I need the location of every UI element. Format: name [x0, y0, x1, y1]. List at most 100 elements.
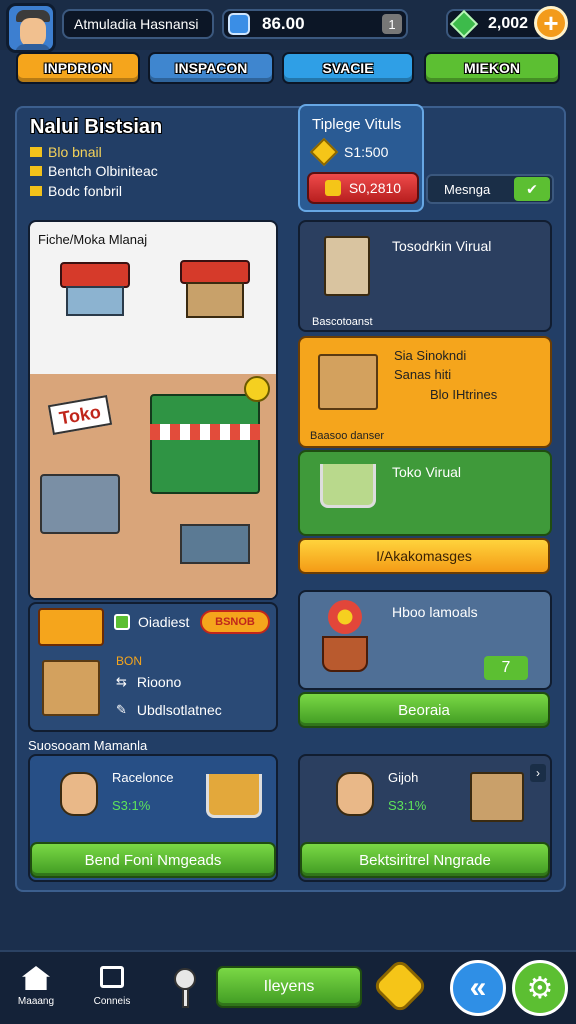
gear-icon: ⚙ — [526, 971, 554, 1005]
shop-view-title: Fiche/Moka Mlanaj — [38, 232, 148, 247]
nav-home-label: Maaang — [17, 996, 55, 1007]
upgrade-button-label: Beoraia — [398, 701, 450, 719]
right-card-2-line-1: Sia Sinokndi — [394, 348, 467, 363]
calendar-icon — [100, 966, 124, 988]
right-card-4-title: Hboo lamoals — [392, 604, 478, 620]
right-card-3[interactable]: Toko Virual — [298, 450, 552, 536]
cash-value: 86.00 — [262, 14, 305, 33]
staff-1-stat: S3:1% — [388, 798, 427, 813]
business-item-1-label: Bentch Olbiniteac — [48, 163, 158, 179]
staff-card-0[interactable]: Racelonce S3:1% Bend Foni Nmgeads — [28, 754, 278, 882]
tag-icon — [30, 186, 42, 196]
business-item-1: Bentch Olbiniteac — [30, 163, 158, 179]
flower-pot-icon — [322, 636, 368, 672]
staff-1-name: Gijoh — [388, 770, 419, 785]
tab-2[interactable]: SVACIE — [282, 52, 414, 84]
staff-0-upgrade-button[interactable]: Bend Foni Nmgeads — [30, 842, 276, 878]
shelf-icon — [470, 772, 524, 822]
buy-button-label: S0,2810 — [348, 180, 402, 196]
stall-illustration — [60, 262, 130, 322]
business-item-2: Bodc fonbril — [30, 183, 122, 199]
staff-avatar — [60, 772, 98, 816]
inventory-card[interactable]: Oiadiest BSNOB BON ⇆ Rioono ✎ Ubdlsotlat… — [28, 602, 278, 732]
check-icon: ✔ — [514, 177, 550, 201]
stall-illustration — [180, 260, 250, 324]
player-avatar[interactable] — [6, 3, 56, 53]
package-icon — [318, 354, 378, 410]
tab-1[interactable]: INSPACON — [148, 52, 274, 84]
inventory-row-2-label: Ubdlsotlatnec — [136, 702, 222, 718]
inventory-row-1: ⇆ Rioono — [116, 674, 181, 690]
plus-icon: + — [543, 7, 559, 38]
right-card-4-badge: 7 — [484, 656, 528, 680]
back-arrow-icon: « — [469, 971, 487, 1004]
coin-icon — [324, 180, 341, 196]
upgrade-button[interactable]: Beoraia — [298, 692, 550, 728]
buy-button[interactable]: S0,2810 — [307, 172, 419, 204]
chevron-right-icon[interactable]: › — [530, 764, 546, 782]
right-card-2-line-2: Sanas hiti — [394, 367, 452, 382]
orange-action-label: I/Akakomasges — [376, 548, 472, 564]
gem-icon — [449, 9, 479, 39]
cash-display: 86.00 1 — [222, 9, 408, 39]
right-card-1-title: Tosodrkin Virual — [392, 238, 492, 254]
back-button[interactable]: « — [450, 960, 506, 1016]
key-icon[interactable] — [174, 968, 200, 1010]
tag-icon — [30, 166, 42, 176]
right-card-3-title: Toko Virual — [392, 464, 462, 480]
center-action-button[interactable]: Ileyens — [216, 966, 362, 1008]
gem-value: 2,002 — [488, 15, 529, 32]
shop-scene: Toko — [30, 374, 276, 598]
business-item-2-label: Bodc fonbril — [48, 183, 122, 199]
orange-action-button[interactable]: I/Akakomasges — [298, 538, 550, 574]
staff-1-upgrade-label: Bektsiritrel Nngrade — [359, 851, 491, 869]
swap-icon: ⇆ — [116, 674, 127, 689]
inventory-tag: BSNOB — [200, 610, 270, 634]
nav-home[interactable]: Maaang — [10, 966, 62, 1016]
add-gems-button[interactable]: + — [534, 6, 568, 40]
pencil-icon: ✎ — [116, 702, 127, 717]
right-card-4-badge-value: 7 — [501, 659, 511, 676]
business-item-0-label: Blo bnail — [48, 144, 102, 160]
staff-0-upgrade-label: Bend Foni Nmgeads — [84, 851, 222, 869]
inventory-title-row: Oiadiest — [114, 614, 189, 630]
right-card-2[interactable]: Sia Sinokndi Sanas hiti Blo IHtrines Baa… — [298, 336, 552, 448]
staff-1-upgrade-button[interactable]: Bektsiritrel Nngrade — [300, 842, 550, 878]
staff-card-1[interactable]: › Gijoh S3:1% Bektsiritrel Nngrade — [298, 754, 552, 882]
upgrade-price: S1:500 — [309, 137, 389, 167]
nav-connect[interactable]: Conneis — [86, 966, 138, 1016]
staff-0-stat: S3:1% — [112, 798, 151, 813]
home-icon — [22, 966, 50, 990]
tab-0-label: INPDRION — [43, 60, 113, 76]
inventory-tag-label: BSNOB — [215, 616, 255, 628]
inventory-sign-icon — [38, 608, 104, 646]
nav-connect-label: Conneis — [93, 996, 131, 1007]
upgrade-title: Tiplege Vituls — [312, 116, 402, 133]
right-card-1-footer: Bascotoanst — [312, 316, 373, 328]
inventory-row-2: ✎ Ubdlsotlatnec — [116, 702, 222, 718]
right-card-1[interactable]: Tosodrkin Virual Bascotoanst — [298, 220, 552, 332]
player-name-plate: Atmuladia Hasnansi — [62, 9, 214, 39]
cart-icon — [206, 774, 262, 818]
shop-view[interactable]: Fiche/Moka Mlanaj Toko — [28, 220, 278, 600]
manage-label: Mesnga — [444, 181, 491, 197]
manage-toggle[interactable]: Mesnga ✔ — [426, 174, 554, 204]
business-item-0: Blo bnail — [30, 144, 102, 160]
staff-avatar — [336, 772, 374, 816]
flower-icon — [328, 600, 362, 634]
staff-section-title: Suosooam Mamanla — [28, 738, 148, 753]
settings-button[interactable]: ⚙ — [512, 960, 568, 1016]
gem-display: 2,002 — [446, 9, 546, 39]
inventory-title: Oiadiest — [138, 614, 190, 630]
right-card-4[interactable]: Hboo lamoals 7 — [298, 590, 552, 690]
tab-2-label: SVACIE — [322, 60, 374, 76]
cart-icon — [320, 464, 376, 508]
upgrade-price-value: S1:500 — [344, 144, 389, 160]
inventory-row-1-label: Rioono — [136, 674, 182, 690]
staff-0-name: Racelonce — [112, 770, 174, 785]
cash-badge[interactable]: 1 — [382, 14, 402, 34]
right-card-2-line-3: Blo IHtrines — [430, 387, 498, 402]
player-name: Atmuladia Hasnansi — [74, 16, 199, 32]
tab-0[interactable]: INPDRION — [16, 52, 140, 84]
tab-3[interactable]: MIEKON — [424, 52, 560, 84]
